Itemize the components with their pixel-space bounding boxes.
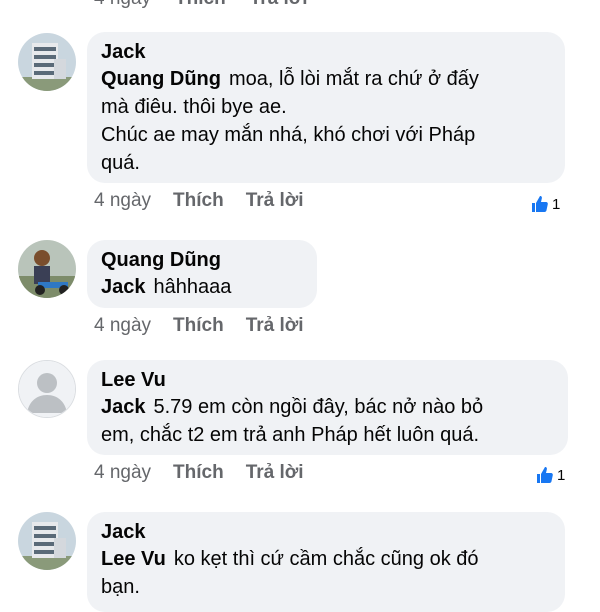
avatar[interactable]: [18, 360, 76, 418]
reply-button[interactable]: Trả lời: [246, 315, 304, 336]
comment-actions: 4 ngày Thích Trả lời: [94, 462, 326, 484]
building-photo-icon: [18, 512, 76, 570]
default-user-icon: [19, 361, 75, 417]
mention-tag[interactable]: Jack: [101, 396, 146, 418]
avatar[interactable]: [18, 33, 76, 91]
comment-line: mà điêu. thôi bye ae.: [101, 96, 287, 118]
like-button[interactable]: Thích: [175, 0, 226, 9]
reply-button[interactable]: Trả lời: [250, 0, 308, 9]
comment-actions: 4 ngày Thích Trả lời: [94, 315, 326, 337]
reaction-count: 1: [552, 195, 561, 213]
child-photo-icon: [18, 240, 76, 298]
comment-line: quá.: [101, 152, 140, 174]
avatar[interactable]: [18, 512, 76, 570]
comment-author[interactable]: Quang Dũng: [101, 247, 303, 273]
comment-time[interactable]: 4 ngày: [94, 315, 151, 336]
reply-button[interactable]: Trả lời: [246, 190, 304, 211]
comment-line: em, chắc t2 em trả anh Pháp hết luôn quá…: [101, 424, 480, 446]
mention-tag[interactable]: Quang Dũng: [101, 68, 221, 90]
like-button[interactable]: Thích: [173, 315, 224, 336]
comment-line: moa, lỗ lòi mắt ra chứ ở đấy: [228, 68, 479, 90]
comment-line: ko kẹt thì cứ cầm chắc cũng ok đó: [173, 548, 479, 570]
comment-line: Chúc ae may mắn nhá, khó chơi với Pháp: [101, 124, 476, 146]
reply-button[interactable]: Trả lời: [246, 462, 304, 483]
comment-time[interactable]: 4 ngày: [94, 190, 151, 211]
comment-line: 5.79 em còn ngồi đây, bác nở nào bỏ: [153, 396, 484, 418]
mention-tag[interactable]: Jack: [101, 276, 146, 298]
like-button[interactable]: Thích: [173, 190, 224, 211]
comment-bubble: Quang Dũng Jack hâhhaaa: [87, 240, 317, 308]
reaction-summary[interactable]: 1: [535, 465, 565, 485]
previous-comment-actions: 4 ngày Thích Trả lời: [94, 0, 332, 10]
like-button[interactable]: Thích: [173, 462, 224, 483]
reaction-count: 1: [557, 466, 566, 484]
comment-line: bạn.: [101, 576, 140, 598]
comment-author[interactable]: Lee Vu: [101, 367, 554, 393]
comment-bubble: Jack Quang Dũng moa, lỗ lòi mắt ra chứ ở …: [87, 32, 565, 183]
comment-time: 4 ngày: [94, 0, 151, 9]
comment-text: Lee Vu ko kẹt thì cứ cầm chắc cũng ok đó: [101, 545, 551, 573]
comment-bubble: Jack Lee Vu ko kẹt thì cứ cầm chắc cũng o…: [87, 512, 565, 612]
thumbs-up-icon: [532, 196, 548, 212]
comment-time[interactable]: 4 ngày: [94, 462, 151, 483]
thumbs-up-icon: [537, 467, 553, 483]
reaction-summary[interactable]: 1: [530, 194, 560, 214]
comment-text: Jack 5.79 em còn ngồi đây, bác nở nào bỏ: [101, 393, 554, 421]
comment-author[interactable]: Jack: [101, 39, 551, 65]
comment-text: Jack hâhhaaa: [101, 273, 303, 301]
comment-text: Quang Dũng moa, lỗ lòi mắt ra chứ ở đấy: [101, 65, 551, 93]
building-photo-icon: [18, 33, 76, 91]
comment-actions: 4 ngày Thích Trả lời: [94, 190, 326, 212]
mention-tag[interactable]: Lee Vu: [101, 548, 166, 570]
comment-line: hâhhaaa: [153, 276, 232, 298]
avatar[interactable]: [18, 240, 76, 298]
comment-author[interactable]: Jack: [101, 519, 551, 545]
comment-bubble: Lee Vu Jack 5.79 em còn ngồi đây, bác nở …: [87, 360, 568, 455]
